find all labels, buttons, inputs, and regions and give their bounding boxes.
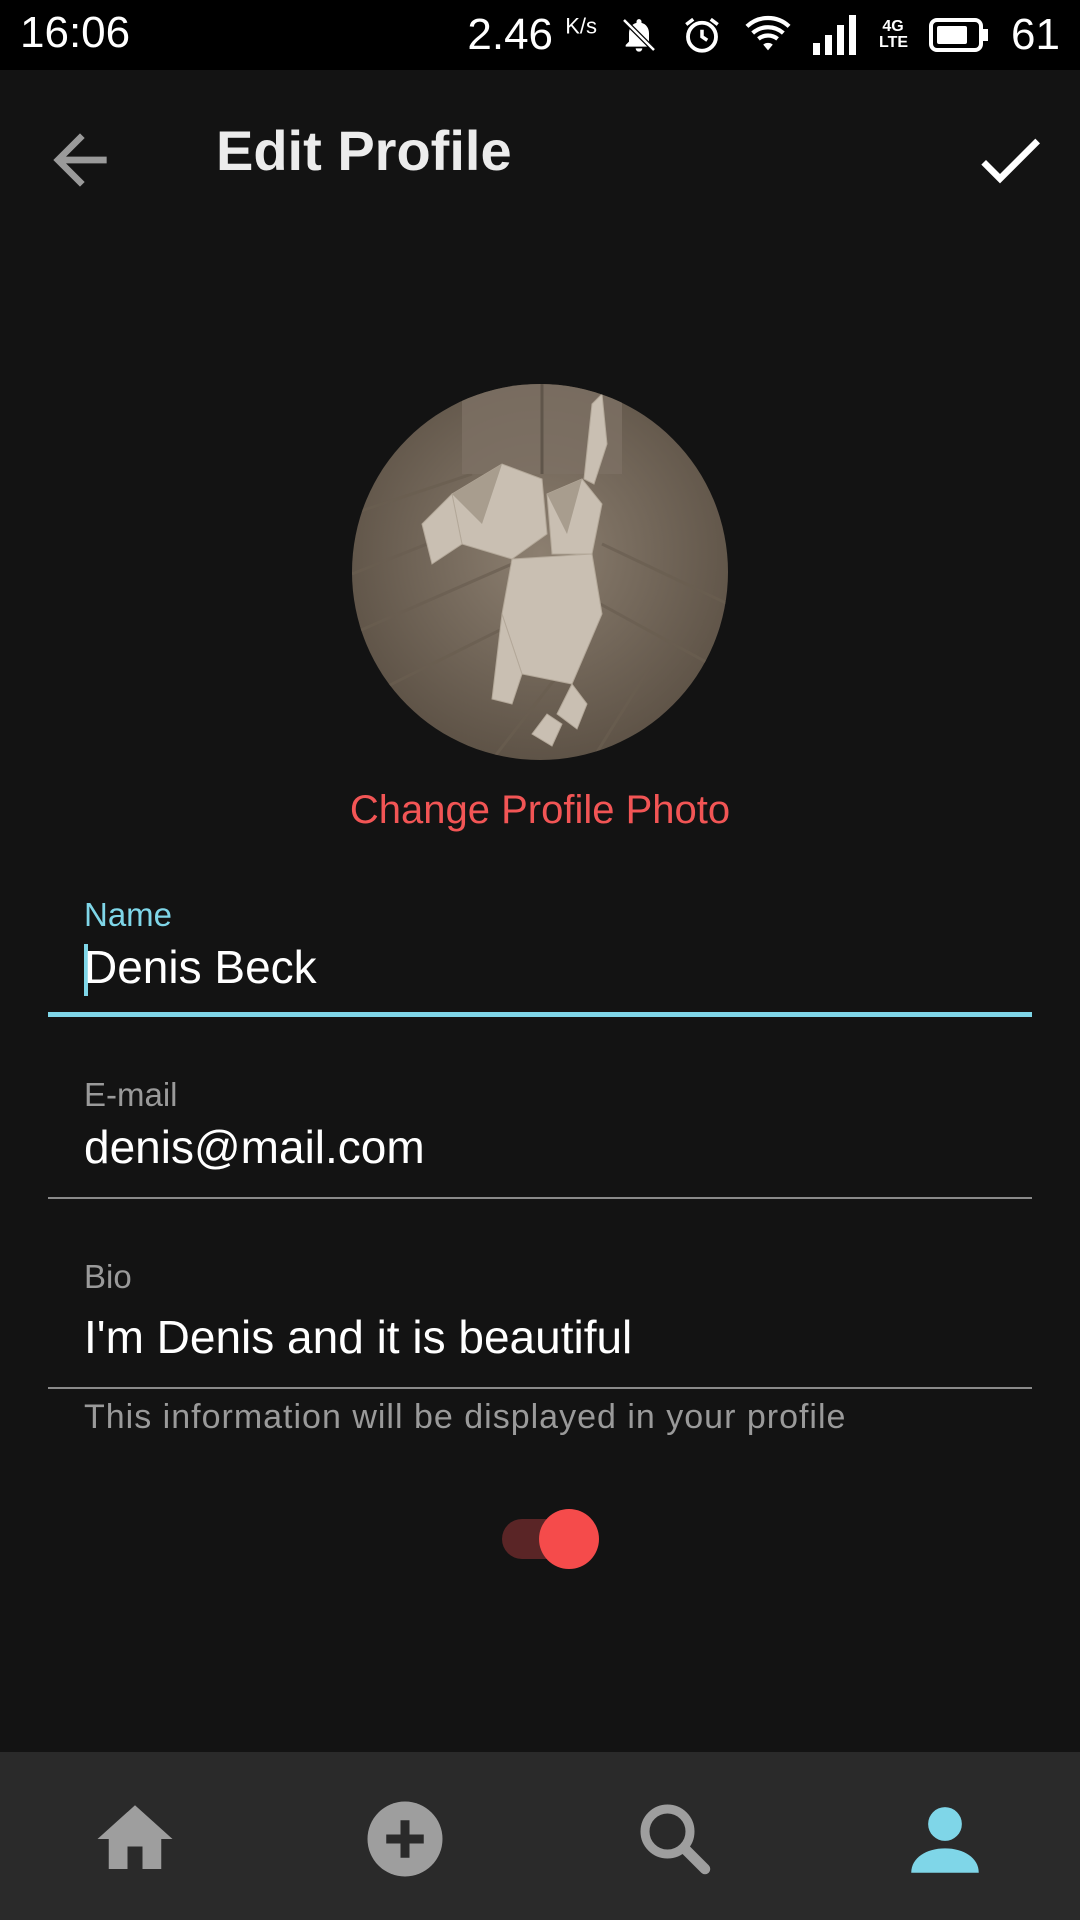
- email-label: E-mail: [84, 1076, 178, 1113]
- person-icon: [911, 1807, 979, 1873]
- battery-icon: [929, 18, 989, 52]
- mute-icon: [619, 15, 659, 55]
- nav-home[interactable]: [90, 1794, 180, 1884]
- bio-label: Bio: [84, 1258, 132, 1295]
- app-bar: Edit Profile: [0, 70, 1080, 230]
- lte-icon: 4G LTE: [879, 18, 909, 51]
- search-icon: [640, 1804, 711, 1875]
- name-underline: [48, 1012, 1032, 1017]
- bio-field[interactable]: Bio I'm Denis and it is beautiful This i…: [48, 1250, 1032, 1440]
- wifi-icon: [745, 15, 791, 55]
- home-icon: [97, 1805, 173, 1869]
- alarm-icon: [681, 14, 723, 56]
- toggle-thumb: [539, 1509, 599, 1569]
- name-input[interactable]: Denis Beck: [84, 940, 317, 994]
- dog-photo-image: [352, 384, 728, 760]
- profile-photo[interactable]: [352, 384, 728, 760]
- bio-input[interactable]: I'm Denis and it is beautiful: [84, 1310, 632, 1364]
- change-photo-button[interactable]: Change Profile Photo: [0, 788, 1080, 833]
- status-indicators: 2.46 K/s 4G LTE 61: [467, 8, 1060, 62]
- status-bar: 16:06 2.46 K/s 4G LTE 61: [0, 0, 1080, 70]
- name-label: Name: [84, 896, 173, 933]
- battery-level: 61: [1011, 10, 1060, 59]
- nav-profile[interactable]: [900, 1794, 990, 1884]
- signal-icon: [813, 15, 857, 55]
- email-field[interactable]: E-mail denis@mail.com: [48, 1070, 1032, 1200]
- bottom-nav: [0, 1752, 1080, 1920]
- add-circle-icon: [367, 1801, 443, 1877]
- save-button[interactable]: [970, 120, 1050, 200]
- email-input[interactable]: denis@mail.com: [84, 1120, 425, 1174]
- bio-helper-text: This information will be displayed in yo…: [84, 1398, 847, 1436]
- email-underline: [48, 1197, 1032, 1199]
- status-time: 16:06: [20, 8, 131, 57]
- arrow-back-icon: [53, 133, 107, 187]
- toggle-switch[interactable]: [502, 1506, 602, 1570]
- page-title: Edit Profile: [216, 119, 512, 182]
- back-button[interactable]: [40, 120, 120, 200]
- bio-underline: [48, 1387, 1032, 1389]
- network-speed: 2.46 K/s: [467, 10, 598, 59]
- check-icon: [981, 138, 1040, 184]
- name-field[interactable]: Name Denis Beck: [48, 890, 1032, 1020]
- nav-search[interactable]: [630, 1794, 720, 1884]
- nav-add[interactable]: [360, 1794, 450, 1884]
